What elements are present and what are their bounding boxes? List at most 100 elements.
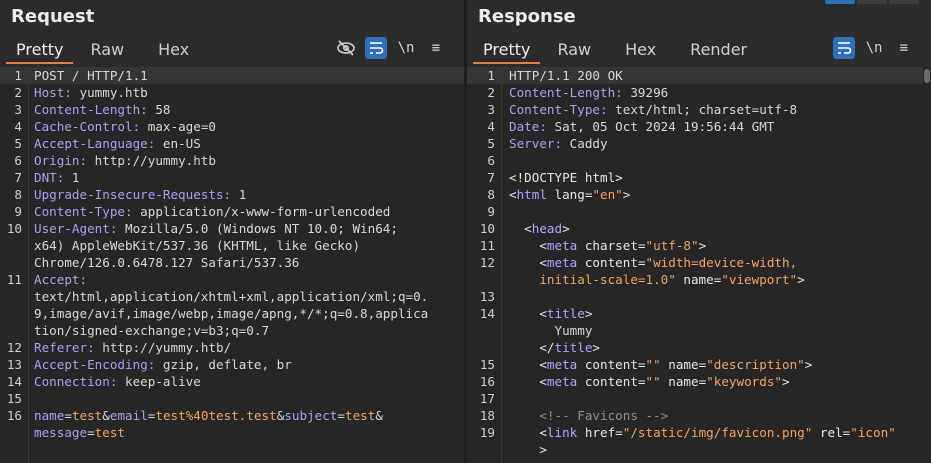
line-number: 10	[479, 221, 495, 236]
code-token: en-US	[155, 136, 201, 151]
request-code-line: 2 Host: yummy.htb	[0, 84, 464, 101]
line-number: 9	[14, 204, 22, 219]
line-content: tion/signed-exchange;v=b3;q=0.7	[34, 322, 269, 339]
code-token: =	[64, 408, 72, 423]
line-number: 5	[14, 136, 22, 151]
request-title: Request	[11, 6, 95, 27]
code-token: test	[71, 408, 103, 423]
wrap-lines-icon[interactable]	[365, 37, 387, 59]
code-token: Chrome/126.0.6478.127 Safari/537.36	[34, 255, 300, 270]
request-editor[interactable]: 1 POST / HTTP/1.1 2 Host: yummy.htb 3 Content…	[0, 67, 464, 463]
code-token: email	[109, 408, 148, 423]
code-token: Caddy	[562, 136, 608, 151]
request-code-line: Chrome/126.0.6478.127 Safari/537.36	[0, 254, 464, 271]
line-number: 7	[487, 170, 495, 185]
line-content: Connection: keep-alive	[34, 373, 201, 390]
line-number: 6	[14, 153, 22, 168]
code-token: Referer:	[34, 340, 95, 355]
request-code-line: 8 Upgrade-Insecure-Requests: 1	[0, 186, 464, 203]
request-code-line: 3 Content-Length: 58	[0, 101, 464, 118]
layout-button-3[interactable]	[889, 0, 919, 4]
request-code-line: tion/signed-exchange;v=b3;q=0.7	[0, 322, 464, 339]
line-content: Accept-Language: en-US	[34, 135, 201, 152]
code-token: >	[804, 357, 813, 372]
line-content: <meta content="" name="description">	[509, 356, 812, 373]
code-token: "viewport"	[721, 272, 798, 287]
response-editor[interactable]: 1 HTTP/1.1 200 OK 2 Content-Length: 39296 3 C…	[467, 67, 931, 463]
code-token: >	[797, 272, 805, 287]
code-token: =	[337, 408, 345, 423]
code-token: <	[509, 357, 547, 372]
line-number: 7	[14, 170, 22, 185]
code-token: Date:	[509, 119, 547, 134]
line-number: 9	[487, 204, 495, 219]
code-token: name	[34, 408, 65, 423]
code-token: 58	[147, 102, 171, 117]
menu-icon[interactable]: ≡	[425, 37, 447, 59]
response-code-line: Yummy	[467, 322, 931, 339]
response-scrollbar[interactable]	[923, 67, 931, 463]
code-token: name=	[675, 272, 722, 287]
layout-button-1[interactable]	[825, 0, 855, 4]
layout-button-2[interactable]	[857, 0, 887, 4]
line-number: 13	[479, 289, 495, 304]
line-content: <html lang="en">	[509, 186, 630, 203]
scrollbar-thumb[interactable]	[924, 69, 930, 83]
code-token: title	[546, 306, 585, 321]
request-code-line: 7 DNT: 1	[0, 169, 464, 186]
request-tab-raw[interactable]: Raw	[73, 36, 141, 64]
response-tab-pretty[interactable]: Pretty	[473, 36, 541, 64]
line-number: 5	[487, 136, 495, 151]
code-token: Mozilla/5.0 (Windows NT 10.0; Win64;	[117, 221, 398, 236]
response-tab-render[interactable]: Render	[673, 36, 764, 64]
line-content: <title>	[509, 305, 592, 322]
request-code-line: 14 Connection: keep-alive	[0, 373, 464, 390]
code-token: Accept:	[34, 272, 88, 287]
request-code-line: 11 Accept:	[0, 271, 464, 288]
response-code-line: 4 Date: Sat, 05 Oct 2024 19:56:44 GMT	[467, 118, 931, 135]
layout-buttons	[825, 0, 919, 4]
line-number: 13	[6, 357, 22, 372]
response-code-line: 5 Server: Caddy	[467, 135, 931, 152]
response-tab-raw[interactable]: Raw	[540, 36, 608, 64]
code-token: keep-alive	[117, 374, 201, 389]
wrap-lines-icon[interactable]	[833, 37, 855, 59]
request-tab-hex[interactable]: Hex	[141, 36, 206, 64]
response-tab-hex[interactable]: Hex	[608, 36, 673, 64]
response-code-line: 9	[467, 203, 931, 220]
line-number: 17	[479, 391, 495, 406]
response-code-line: 6	[467, 152, 931, 169]
line-content: <!-- Favicons -->	[509, 407, 668, 424]
response-code-line: </title>	[467, 339, 931, 356]
request-code-line: 4 Cache-Control: max-age=0	[0, 118, 464, 135]
code-token: "width=device-width,	[645, 255, 798, 270]
code-token: Host:	[34, 85, 72, 100]
line-number: 16	[479, 374, 495, 389]
code-token: Connection:	[34, 374, 118, 389]
code-token: test%40test.test	[155, 408, 277, 423]
request-lines: 1 POST / HTTP/1.1 2 Host: yummy.htb 3 Content…	[0, 67, 464, 441]
code-token: "icon"	[850, 425, 896, 440]
request-code-line: 16 name=test&email=test%40test.test&subje…	[0, 407, 464, 424]
response-code-line: >	[467, 441, 931, 458]
code-token: head	[531, 221, 563, 236]
code-token: <	[509, 425, 547, 440]
request-tab-pretty[interactable]: Pretty	[6, 36, 74, 64]
line-content: Content-Type: text/html; charset=utf-8	[509, 101, 797, 118]
code-token: test	[94, 425, 126, 440]
newline-toggle-button[interactable]: \n	[863, 37, 885, 59]
response-pane: Response Pretty Raw Hex Render \n ≡ 1 HTT…	[467, 0, 931, 463]
code-token: http://yummy.htb	[87, 153, 216, 168]
code-token: >	[562, 221, 570, 236]
code-token: href=	[577, 425, 623, 440]
request-toolbar: \n ≡	[335, 37, 447, 59]
hide-eye-icon[interactable]	[335, 37, 357, 59]
newline-toggle-button[interactable]: \n	[395, 37, 417, 59]
code-token: test	[344, 408, 376, 423]
response-tabs: Pretty Raw Hex Render	[473, 36, 764, 64]
menu-icon[interactable]: ≡	[893, 37, 915, 59]
line-content: initial-scale=1.0" name="viewport">	[509, 271, 805, 288]
code-token: <!DOCTYPE html>	[509, 170, 623, 185]
line-content: Host: yummy.htb	[34, 84, 148, 101]
line-content: HTTP/1.1 200 OK	[509, 67, 623, 84]
